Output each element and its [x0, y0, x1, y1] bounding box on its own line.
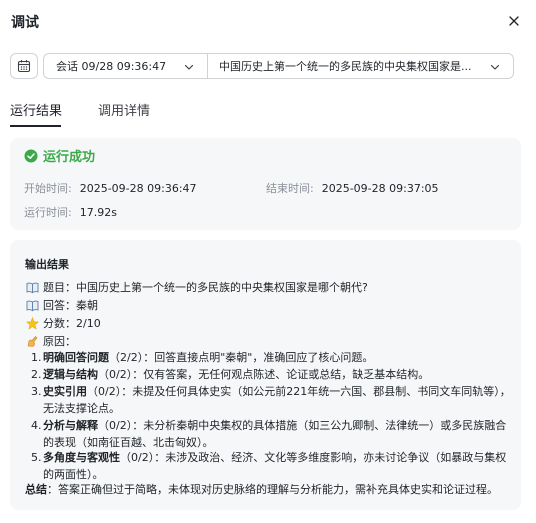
session-select[interactable]: 会话 09/28 09:36:47 [44, 54, 208, 78]
question-line: 题目：中国历史上第一个统一的多民族的中央集权国家是哪个朝代? [26, 279, 368, 295]
item-number: 5. [31, 451, 42, 464]
status-row: 运行成功 [24, 146, 95, 165]
summary-heading: 总结 [25, 483, 47, 496]
start-time: 开始时间: 2025-09-28 09:36:47 [24, 180, 197, 196]
summary-text: ：答案正确但过于简略，未体现对历史脉络的理解与分析能力，需补充具体史实和论证过程… [47, 483, 498, 496]
item-text: （0/2）：未分析秦朝中央集权的具体措施（如三公九卿制、法律统一）或多民族融合的… [43, 419, 507, 449]
end-time-value: 2025-09-28 09:37:05 [321, 182, 439, 195]
summary-line: 总结：答案正确但过于简略，未体现对历史脉络的理解与分析能力，需补充具体史实和论证… [25, 481, 498, 497]
list-item: 3. 史实引用（0/2）：未提及任何具体史实（如公元前221年统一六国、郡县制、… [31, 383, 511, 417]
item-heading: 分析与解释 [43, 419, 98, 432]
run-status-card: 运行成功 开始时间: 2025-09-28 09:36:47 结束时间: 2025-… [10, 138, 521, 230]
status-text: 运行成功 [43, 150, 96, 165]
reason-label: 原因： [43, 335, 76, 348]
end-time-label: 结束时间: [266, 182, 314, 195]
item-number: 3. [31, 385, 42, 398]
output-card: 输出结果 题目：中国历史上第一个统一的多民族的中央集权国家是哪个朝代? 回答：秦… [10, 240, 521, 510]
answer-line: 回答：秦朝 [26, 297, 98, 313]
item-heading: 明确回答问题 [43, 351, 109, 364]
tab-call-details[interactable]: 调用详情 [98, 100, 150, 119]
chevron-down-icon [490, 64, 500, 70]
item-heading: 多角度与客观性 [43, 451, 120, 464]
list-item: 2. 逻辑与结构（0/2）：仅有答案，无任何观点陈述、论证或总结，缺乏基本结构。 [31, 366, 511, 383]
tab-run-result[interactable]: 运行结果 [10, 100, 62, 119]
question-text: 题目：中国历史上第一个统一的多民族的中央集权国家是哪个朝代? [43, 281, 368, 294]
session-select-value: 会话 09/28 09:36:47 [56, 60, 167, 73]
question-select-value: 中国历史上第一个统一的多民族的中央集权国家是... [219, 60, 472, 73]
item-text: （0/2）：未提及任何具体史实（如公元前221年统一六国、郡县制、书同文车同轨等… [43, 385, 511, 415]
active-tab-indicator [10, 125, 61, 127]
item-text: （0/2）：仅有答案，无任何观点陈述、论证或总结，缺乏基本结构。 [98, 368, 430, 381]
answer-text: 回答：秦朝 [43, 299, 98, 312]
item-number: 4. [31, 419, 42, 432]
list-item: 1. 明确回答问题（2/2）：回答直接点明"秦朝"，准确回应了核心问题。 [31, 349, 511, 366]
list-item: 5. 多角度与客观性（0/2）：未涉及政治、经济、文化等多维度影响，亦未讨论争议… [31, 449, 511, 483]
calendar-icon [17, 60, 31, 73]
item-number: 1. [31, 351, 42, 364]
writing-hand-icon [27, 335, 38, 347]
item-text: （2/2）：回答直接点明"秦朝"，准确回应了核心问题。 [109, 351, 374, 364]
start-time-value: 2025-09-28 09:36:47 [79, 182, 197, 195]
question-select[interactable]: 中国历史上第一个统一的多民族的中央集权国家是... [208, 54, 513, 78]
reason-line: 原因： [26, 333, 76, 349]
item-heading: 逻辑与结构 [43, 368, 98, 381]
end-time: 结束时间: 2025-09-28 09:37:05 [266, 180, 439, 196]
dialog-title: 调试 [11, 15, 39, 31]
duration-value: 17.92s [79, 206, 117, 219]
calendar-button[interactable] [10, 53, 38, 79]
tab-bar: 运行结果 调用详情 [10, 100, 150, 119]
duration-label: 运行时间: [24, 206, 72, 219]
score-line: 分数：2/10 [26, 315, 101, 331]
chevron-down-icon [184, 64, 194, 70]
select-group: 会话 09/28 09:36:47 中国历史上第一个统一的多民族的中央集权国家是… [43, 53, 514, 79]
book-icon [26, 282, 39, 293]
book-icon [26, 300, 39, 311]
duration: 运行时间: 17.92s [24, 204, 117, 220]
star-icon [26, 316, 39, 330]
list-item: 4. 分析与解释（0/2）：未分析秦朝中央集权的具体措施（如三公九卿制、法律统一… [31, 417, 511, 451]
item-number: 2. [31, 368, 42, 381]
start-time-label: 开始时间: [24, 182, 72, 195]
check-circle-icon [24, 149, 38, 162]
score-text: 分数：2/10 [43, 317, 101, 330]
close-icon[interactable] [507, 14, 521, 28]
output-title: 输出结果 [25, 258, 69, 271]
item-heading: 史实引用 [43, 385, 87, 398]
